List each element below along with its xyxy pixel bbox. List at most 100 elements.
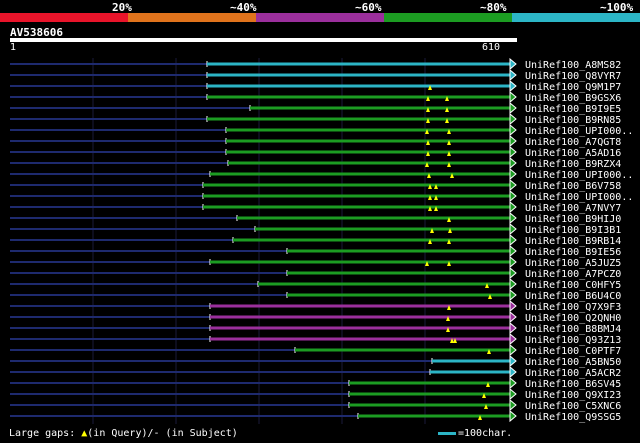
- arrow-right-icon: [509, 211, 517, 225]
- arrow-right-icon: [509, 68, 517, 82]
- hit-name: UniRef100_A5BN50: [525, 357, 621, 368]
- hit-row[interactable]: UniRef100_B9I9E5: [10, 101, 621, 115]
- hit-name: UniRef100_UPI000..: [525, 170, 633, 181]
- hit-row[interactable]: UniRef100_Q93Z13: [10, 332, 621, 346]
- arrow-right-icon: [509, 233, 517, 247]
- hit-name: UniRef100_A8MS82: [525, 60, 621, 71]
- hit-name: UniRef100_UPI000..: [525, 192, 633, 203]
- hit-row[interactable]: UniRef100_A5ACR2: [10, 365, 621, 379]
- arrow-right-icon: [509, 277, 517, 291]
- hit-row[interactable]: UniRef100_B9RZX4: [10, 156, 621, 170]
- legend-swatch-1: [0, 13, 128, 22]
- scale-swatch: [438, 431, 456, 435]
- hit-row[interactable]: UniRef100_C5XNC6: [10, 398, 621, 412]
- arrow-right-icon: [509, 354, 517, 368]
- arrow-right-icon: [509, 343, 517, 357]
- hit-row[interactable]: UniRef100_B9HIJ0: [10, 211, 621, 225]
- hit-row[interactable]: UniRef100_B9RB14: [10, 233, 621, 247]
- hit-name: UniRef100_A7QGT8: [525, 137, 621, 148]
- arrow-right-icon: [509, 255, 517, 269]
- hit-name: UniRef100_B6V758: [525, 181, 621, 192]
- hit-row[interactable]: UniRef100_A5AD16: [10, 145, 621, 159]
- hit-name: UniRef100_B6SV45: [525, 379, 621, 390]
- hit-row[interactable]: UniRef100_A5JUZ5: [10, 255, 621, 269]
- legend-swatch-4: [384, 13, 512, 22]
- hit-name: UniRef100_B9HIJ0: [525, 214, 621, 225]
- arrow-right-icon: [509, 244, 517, 258]
- hit-name: UniRef100_B9RZX4: [525, 159, 621, 170]
- hit-row[interactable]: UniRef100_UPI000..: [10, 189, 633, 203]
- alignment-graphic: UniRef100_A8MS82UniRef100_Q8VYR7UniRef10…: [10, 58, 633, 424]
- arrow-right-icon: [509, 266, 517, 280]
- arrow-right-icon: [509, 123, 517, 137]
- scale-legend: =100char.: [438, 428, 512, 439]
- hit-row[interactable]: UniRef100_UPI000..: [10, 123, 633, 137]
- query-end: 610: [482, 42, 501, 53]
- hit-row[interactable]: UniRef100_Q9M1P7: [10, 79, 621, 93]
- hit-row[interactable]: UniRef100_Q9SSG5: [10, 409, 621, 423]
- hit-row[interactable]: UniRef100_B9I3B1: [10, 222, 621, 236]
- identity-legend: 20% ~40% ~60% ~80% ~100%: [0, 0, 640, 24]
- gaps-query: (in Query)/: [87, 428, 154, 439]
- hit-row[interactable]: UniRef100_A7NVY7: [10, 200, 621, 214]
- hit-name: UniRef100_Q93Z13: [525, 335, 621, 346]
- hit-name: UniRef100_B6U4C0: [525, 291, 621, 302]
- hit-name: UniRef100_A5AD16: [525, 148, 621, 159]
- arrow-right-icon: [509, 222, 517, 236]
- hit-row[interactable]: UniRef100_C0HFY5: [10, 277, 621, 291]
- hit-name: UniRef100_B9RN85: [525, 115, 621, 126]
- arrow-right-icon: [509, 189, 517, 203]
- hit-row[interactable]: UniRef100_A8MS82: [10, 58, 621, 71]
- query-start: 1: [10, 42, 17, 53]
- arrow-right-icon: [509, 112, 517, 126]
- arrow-right-icon: [509, 288, 517, 302]
- hit-row[interactable]: UniRef100_Q7X9F3: [10, 299, 621, 313]
- hit-row[interactable]: UniRef100_C0PTF7: [10, 343, 621, 357]
- arrow-right-icon: [509, 310, 517, 324]
- arrow-right-icon: [509, 365, 517, 379]
- hit-row[interactable]: UniRef100_A5BN50: [10, 354, 621, 368]
- arrow-right-icon: [509, 409, 517, 423]
- scale-text: =100char.: [458, 428, 513, 439]
- hit-row[interactable]: UniRef100_UPI000..: [10, 167, 633, 181]
- arrow-right-icon: [509, 156, 517, 170]
- arrow-right-icon: [509, 332, 517, 346]
- hit-row[interactable]: UniRef100_Q9XI23: [10, 387, 621, 401]
- hit-name: UniRef100_B9IE56: [525, 247, 621, 258]
- hit-name: UniRef100_Q2QNH0: [525, 313, 621, 324]
- hit-row[interactable]: UniRef100_B8BMJ4: [10, 321, 621, 335]
- hit-row[interactable]: UniRef100_B9RN85: [10, 112, 621, 126]
- gaps-subject: - (in Subject): [153, 428, 238, 439]
- hit-name: UniRef100_Q9XI23: [525, 390, 621, 401]
- hit-name: UniRef100_Q9SSG5: [525, 412, 621, 423]
- hit-row[interactable]: UniRef100_A7QGT8: [10, 134, 621, 148]
- hit-name: UniRef100_C5XNC6: [525, 401, 621, 412]
- legend-label-3: ~60%: [355, 1, 382, 14]
- arrow-right-icon: [509, 376, 517, 390]
- arrow-right-icon: [509, 79, 517, 93]
- hit-name: UniRef100_Q9M1P7: [525, 82, 621, 93]
- arrow-right-icon: [509, 58, 517, 71]
- hit-name: UniRef100_Q8VYR7: [525, 71, 621, 82]
- hit-name: UniRef100_B9GSX6: [525, 93, 621, 104]
- hit-name: UniRef100_A7NVY7: [525, 203, 621, 214]
- legend-label-4: ~80%: [480, 1, 507, 14]
- arrow-right-icon: [509, 101, 517, 115]
- hit-row[interactable]: UniRef100_B6SV45: [10, 376, 621, 390]
- hit-name: UniRef100_B8BMJ4: [525, 324, 621, 335]
- hit-name: UniRef100_C0PTF7: [525, 346, 621, 357]
- arrow-right-icon: [509, 178, 517, 192]
- hit-row[interactable]: UniRef100_B9GSX6: [10, 90, 621, 104]
- hit-row[interactable]: UniRef100_B9IE56: [10, 244, 621, 258]
- hit-row[interactable]: UniRef100_Q2QNH0: [10, 310, 621, 324]
- hit-name: UniRef100_Q7X9F3: [525, 302, 621, 313]
- hit-name: UniRef100_A5JUZ5: [525, 258, 621, 269]
- hit-name: UniRef100_B9I9E5: [525, 104, 621, 115]
- hit-row[interactable]: UniRef100_A7PCZ0: [10, 266, 621, 280]
- hit-row[interactable]: UniRef100_B6U4C0: [10, 288, 621, 302]
- hit-row[interactable]: UniRef100_Q8VYR7: [10, 68, 621, 82]
- arrow-right-icon: [509, 167, 517, 181]
- hit-row[interactable]: UniRef100_B6V758: [10, 178, 621, 192]
- legend-label-5: ~100%: [600, 1, 634, 14]
- legend-swatch-3: [256, 13, 384, 22]
